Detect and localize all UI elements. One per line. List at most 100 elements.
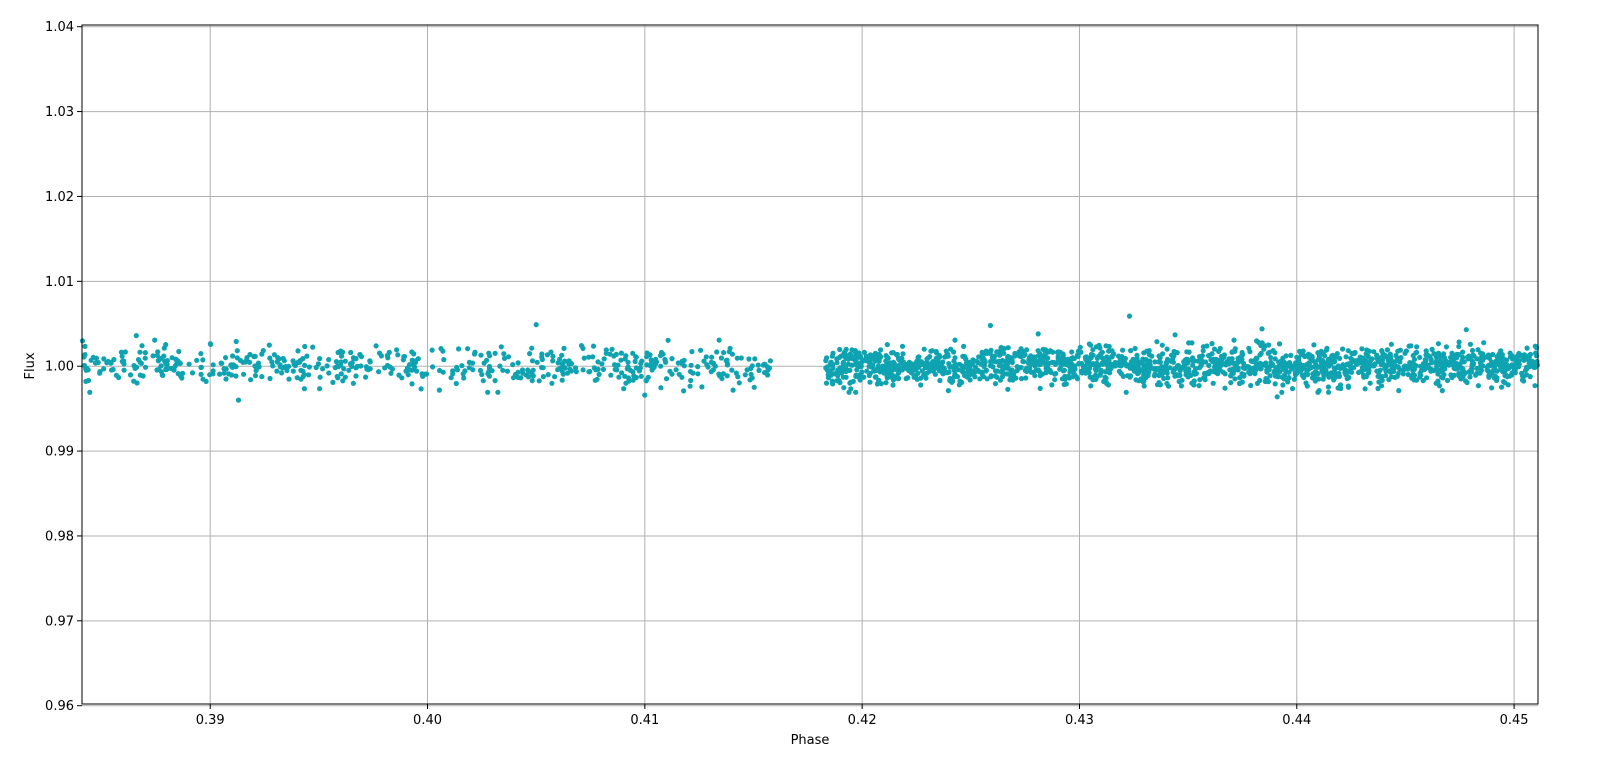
data-point	[436, 387, 442, 393]
data-point	[681, 388, 687, 394]
data-point	[1095, 353, 1102, 359]
data-point	[946, 369, 952, 375]
data-point	[156, 366, 162, 372]
data-point	[1252, 364, 1258, 370]
data-point	[504, 368, 510, 374]
data-point	[235, 397, 242, 403]
data-point	[608, 372, 614, 378]
data-point	[567, 366, 573, 372]
data-point	[984, 376, 990, 382]
data-point	[255, 360, 262, 366]
data-point	[252, 373, 259, 379]
data-point	[1315, 389, 1321, 395]
data-point	[1052, 377, 1058, 383]
data-point	[1280, 366, 1286, 372]
data-point	[1421, 366, 1427, 373]
data-point	[665, 337, 671, 343]
data-point	[306, 364, 312, 370]
data-point	[1088, 383, 1094, 389]
data-point	[317, 356, 323, 362]
data-point	[1053, 370, 1059, 377]
data-point	[999, 357, 1006, 364]
data-point	[688, 362, 694, 368]
data-point	[1259, 340, 1265, 346]
data-point	[663, 376, 670, 382]
data-point	[1005, 345, 1011, 351]
data-point	[1018, 364, 1024, 371]
data-point	[1106, 348, 1112, 354]
data-point	[478, 352, 484, 358]
data-point	[1020, 358, 1026, 364]
data-point	[884, 342, 890, 348]
data-point	[765, 372, 771, 378]
data-point	[135, 357, 142, 363]
data-point	[1293, 360, 1299, 366]
data-point	[834, 356, 840, 362]
data-point	[1362, 386, 1368, 392]
data-point	[1229, 356, 1235, 362]
y-tick-label: 0.96	[45, 699, 74, 714]
data-point	[1170, 354, 1176, 360]
data-point	[717, 373, 723, 379]
data-point	[152, 337, 158, 343]
data-point	[85, 377, 92, 384]
y-tick-label: 1.03	[45, 105, 74, 120]
data-point	[1502, 373, 1508, 379]
data-point	[1513, 360, 1519, 366]
data-point	[1074, 376, 1080, 382]
data-point	[561, 345, 567, 351]
data-point	[645, 374, 651, 380]
data-point	[298, 367, 304, 373]
data-point	[1254, 338, 1260, 344]
data-point	[1191, 382, 1197, 388]
data-point	[1369, 356, 1375, 362]
data-point	[910, 366, 917, 372]
data-point	[1024, 347, 1030, 353]
data-point	[108, 359, 114, 365]
data-point	[992, 381, 999, 387]
data-point	[1000, 370, 1006, 376]
data-point	[1118, 371, 1124, 377]
data-point	[163, 342, 169, 348]
data-point	[121, 367, 127, 373]
data-point	[687, 383, 693, 389]
data-point	[501, 351, 507, 357]
data-point	[1058, 363, 1064, 369]
data-point	[623, 380, 629, 386]
data-point	[1063, 381, 1069, 387]
data-point	[376, 350, 383, 356]
data-point	[878, 347, 884, 353]
data-point	[1340, 346, 1346, 352]
data-point	[658, 385, 664, 391]
data-point	[690, 370, 696, 376]
data-point	[591, 365, 597, 371]
data-point	[536, 378, 542, 384]
data-point	[1203, 359, 1209, 365]
data-point	[471, 351, 478, 357]
data-point	[1451, 372, 1457, 378]
data-point	[1222, 385, 1228, 391]
data-point	[1451, 365, 1457, 371]
data-point	[342, 358, 348, 364]
data-point	[842, 352, 849, 358]
data-point	[1263, 363, 1269, 369]
data-point	[1008, 370, 1014, 376]
data-point	[247, 351, 253, 358]
data-point	[326, 357, 332, 363]
data-point	[1090, 352, 1096, 358]
data-point	[1137, 360, 1143, 366]
data-point	[1469, 347, 1476, 354]
data-point	[385, 355, 391, 361]
data-point	[1069, 349, 1075, 355]
data-point	[283, 364, 289, 370]
data-point	[234, 348, 240, 354]
data-point	[1274, 367, 1280, 373]
data-point	[890, 377, 897, 383]
data-point	[527, 351, 533, 357]
data-point	[637, 365, 643, 371]
y-tick-label: 1.02	[45, 190, 74, 205]
data-point	[1330, 352, 1336, 358]
data-point	[533, 322, 539, 328]
data-point	[1435, 341, 1441, 347]
data-point	[859, 369, 865, 375]
